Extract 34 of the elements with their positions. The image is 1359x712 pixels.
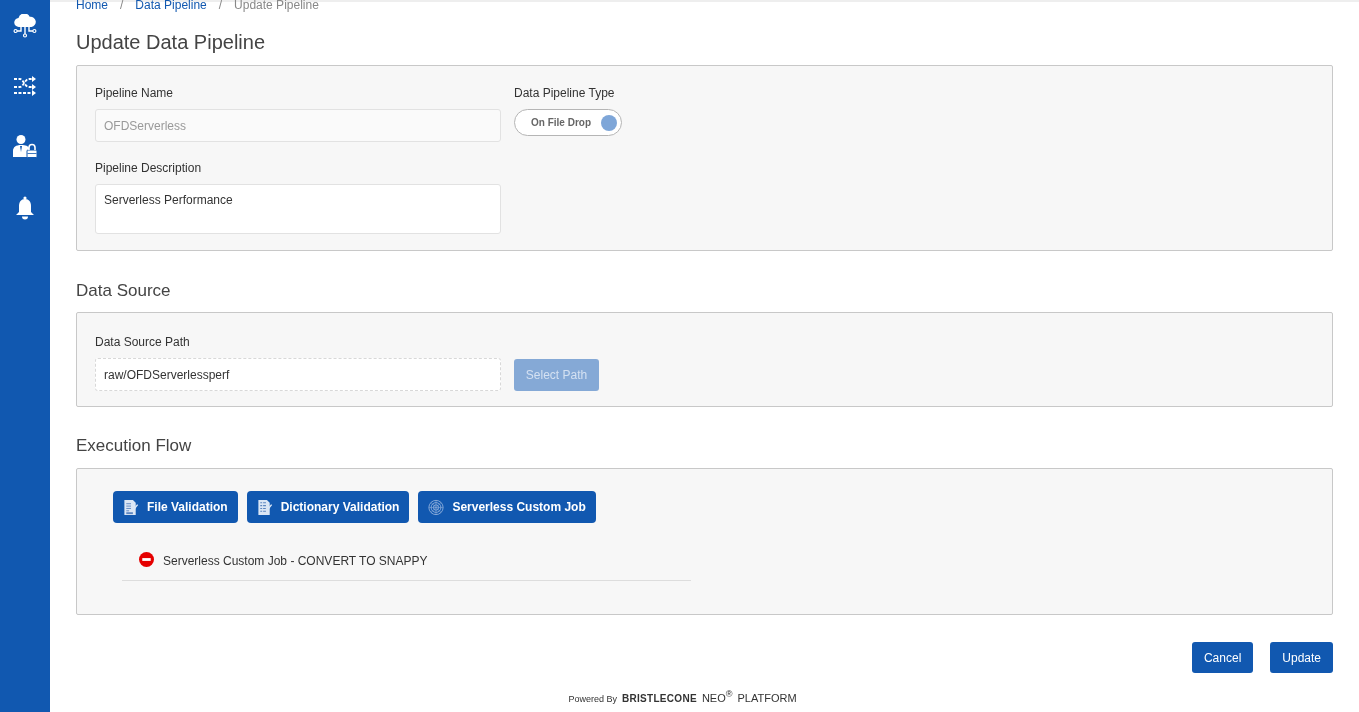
job-button[interactable]: File Validation xyxy=(113,491,238,523)
section-heading: Execution Flow xyxy=(76,435,193,457)
cloud-network-icon[interactable] xyxy=(12,14,38,38)
breadcrumb-current: Update Pipeline xyxy=(234,0,319,11)
step-label: Serverless Custom Job - CONVERT TO SNAPPY xyxy=(163,553,428,568)
breadcrumb-link[interactable]: Home xyxy=(76,0,108,11)
breadcrumb-separator: / xyxy=(120,0,124,11)
user-lock-icon[interactable] xyxy=(12,134,38,158)
job-button[interactable]: Serverless Custom Job xyxy=(418,491,596,523)
list-check-icon xyxy=(256,498,273,516)
pipeline-type-toggle[interactable]: On File Drop xyxy=(514,109,622,136)
document-check-icon xyxy=(123,498,139,516)
shuffle-arrows-icon[interactable] xyxy=(12,74,38,98)
data-source-path-field[interactable]: raw/OFDServerlessperf xyxy=(95,358,501,391)
powered-by-text: Powered By xyxy=(568,693,617,704)
page-title: Update Data Pipeline xyxy=(76,30,266,54)
section-heading: Data Source xyxy=(76,280,172,302)
product-suffix: PLATFORM xyxy=(737,691,797,704)
field-label: Data Source Path xyxy=(95,335,190,349)
field-label: Pipeline Name xyxy=(95,85,174,101)
product-name: NEO$^{®}$ xyxy=(701,689,733,704)
bell-icon[interactable] xyxy=(15,196,35,220)
field-label: Pipeline Description xyxy=(95,160,202,176)
job-button[interactable]: Dictionary Validation xyxy=(246,491,410,523)
breadcrumb-separator: / xyxy=(218,0,223,11)
toggle-knob-icon xyxy=(601,114,617,131)
breadcrumb-link[interactable]: Data Pipeline xyxy=(135,0,207,11)
action-button[interactable]: Update xyxy=(1270,642,1333,673)
brand-logo-text: BRISTLECONE xyxy=(621,692,697,704)
remove-icon[interactable] xyxy=(139,551,154,567)
pipeline-description-field[interactable]: Serverless Performance xyxy=(95,184,501,234)
action-button[interactable]: Cancel xyxy=(1191,642,1254,673)
field-label: Data Pipeline Type xyxy=(514,85,615,101)
target-icon xyxy=(428,498,445,516)
